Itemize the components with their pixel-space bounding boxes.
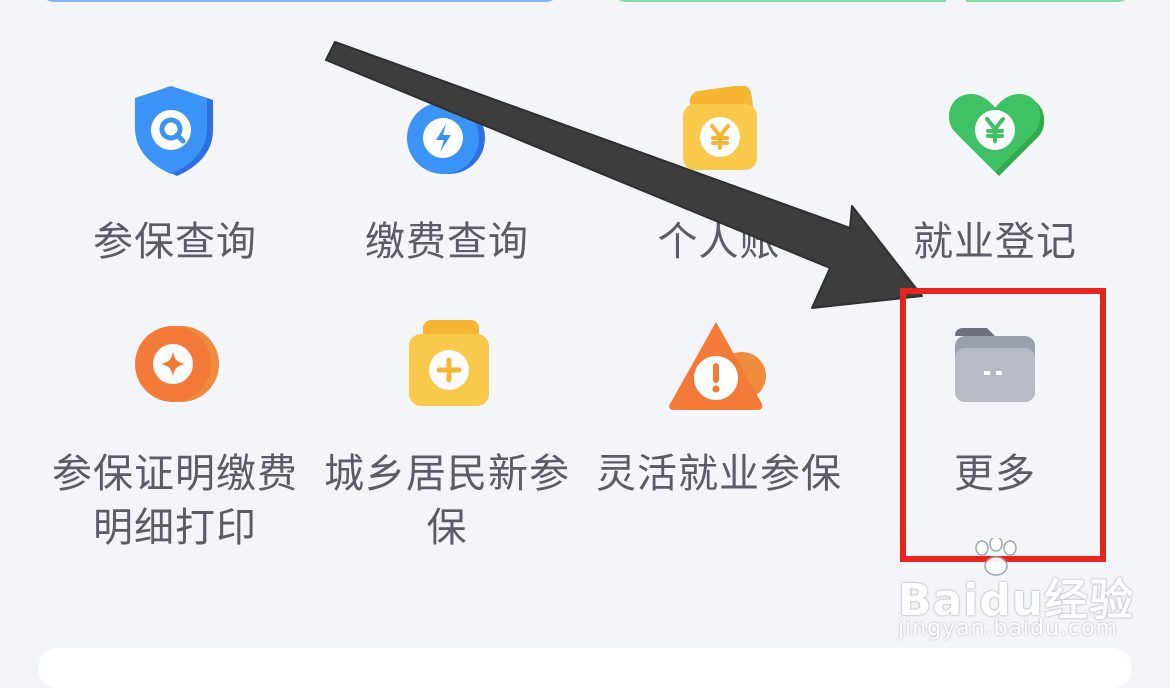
watermark-url: jingyan.baidu.com: [898, 616, 1119, 641]
highlight-box-annotation: [900, 288, 1106, 562]
watermark: Baidu经验 jingyan.baidu.com: [898, 538, 1168, 662]
